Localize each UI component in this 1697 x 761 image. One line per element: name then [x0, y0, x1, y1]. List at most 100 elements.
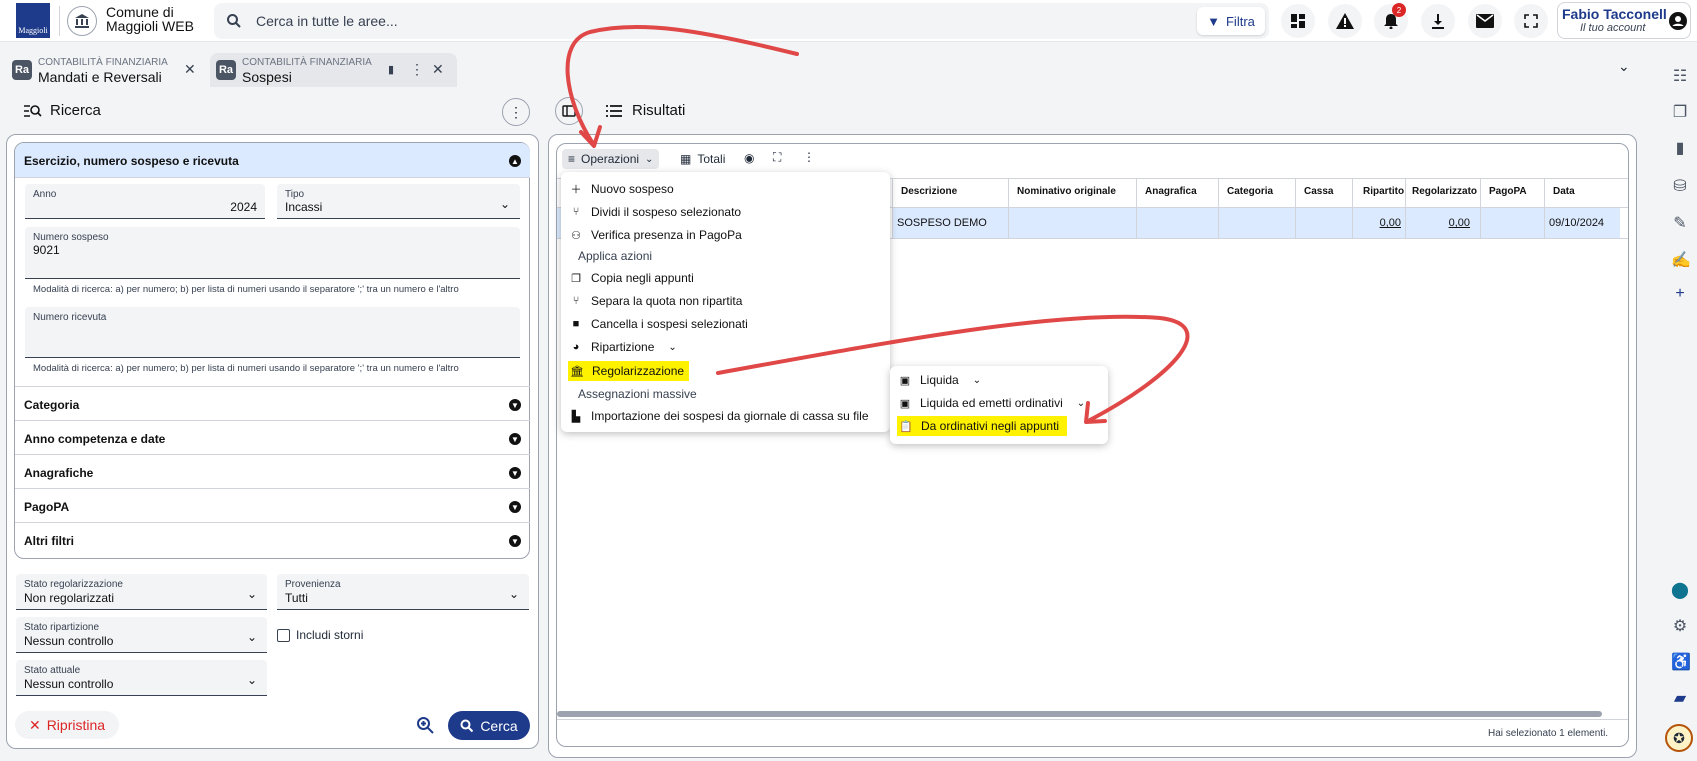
- location-icon[interactable]: ⬤: [1671, 580, 1689, 600]
- section-anagrafiche[interactable]: Anagrafiche ▼: [15, 455, 530, 489]
- provenienza-select[interactable]: Provenienza Tutti ⌄: [277, 574, 529, 610]
- bookmark-icon[interactable]: ▮: [388, 63, 394, 76]
- institution-icon[interactable]: [67, 6, 97, 36]
- section-anno-competenza[interactable]: Anno competenza e date ▼: [15, 421, 530, 455]
- cell[interactable]: [1296, 208, 1353, 238]
- account-menu[interactable]: Fabio Tacconelli Il tuo account: [1557, 2, 1691, 39]
- stato-ripartizione-select[interactable]: Stato ripartizione Nessun controllo ⌄: [16, 617, 267, 653]
- plug-icon[interactable]: ✎: [1671, 213, 1689, 233]
- tabs-expand-icon[interactable]: ⌄: [1618, 58, 1630, 75]
- menu-item-importazione[interactable]: ▙ Importazione dei sospesi da giornale di…: [569, 406, 869, 426]
- field-label: Anno: [33, 189, 57, 200]
- col-header[interactable]: Categoria: [1219, 178, 1296, 208]
- mail-icon[interactable]: [1468, 4, 1502, 38]
- close-icon: ✕: [28, 716, 41, 733]
- section-pagopa[interactable]: PagoPA ▼: [15, 489, 530, 523]
- search-placeholder: Cerca in tutte le aree...: [256, 13, 398, 29]
- download-icon[interactable]: [1421, 4, 1455, 38]
- section-altri-filtri[interactable]: Altri filtri ▼: [15, 523, 530, 557]
- bell-icon[interactable]: 2: [1374, 3, 1408, 38]
- coins-icon[interactable]: ⛁: [1671, 176, 1689, 196]
- signature-icon[interactable]: ✍: [1671, 250, 1691, 270]
- stato-regolarizzazione-select[interactable]: Stato regolarizzazione Non regolarizzati…: [16, 574, 267, 610]
- menu-item-copia[interactable]: ❐ Copia negli appunti: [569, 268, 694, 288]
- expand-icon: ▼: [509, 467, 521, 479]
- bookmarks-icon[interactable]: ▮: [1671, 138, 1689, 158]
- support-icon[interactable]: ✪: [1665, 724, 1693, 752]
- col-header[interactable]: Regolarizzato: [1406, 178, 1481, 208]
- menu-item-dividi[interactable]: ⑂ Dividi il sospeso selezionato: [569, 202, 741, 222]
- search-list-icon: [24, 104, 42, 117]
- col-header[interactable]: Cassa: [1296, 178, 1353, 208]
- horizontal-scrollbar[interactable]: [557, 711, 1602, 717]
- fullscreen-icon[interactable]: [1514, 4, 1548, 38]
- maggioli-logo[interactable]: Maggioli: [16, 3, 50, 38]
- numero-sospeso-field[interactable]: Numero sospeso 9021: [25, 227, 520, 279]
- submenu-da-ordinativi[interactable]: 📋 Da ordinativi negli appunti: [897, 416, 1068, 436]
- chat-icon[interactable]: ▰: [1671, 688, 1689, 708]
- add-icon[interactable]: +: [1671, 285, 1689, 303]
- tab-module: CONTABILITÀ FINANZIARIA: [242, 57, 372, 68]
- settings-icon[interactable]: ⚙: [1671, 616, 1689, 636]
- menu-item-verifica[interactable]: ⚇ Verifica presenza in PagoPa: [569, 225, 742, 245]
- sidebar-toggle-icon[interactable]: [555, 97, 583, 125]
- table-icon: ▦: [680, 152, 692, 166]
- col-header[interactable]: Nominativo originale: [1009, 178, 1137, 208]
- more-vert-icon[interactable]: ⋮: [803, 150, 815, 164]
- totals-button[interactable]: ▦ Totali: [680, 149, 725, 169]
- col-header[interactable]: Ripartito: [1353, 178, 1406, 208]
- section-esercizio[interactable]: Esercizio, numero sospeso e ricevuta ▲: [15, 143, 530, 178]
- accessibility-icon[interactable]: ♿: [1671, 652, 1691, 672]
- tab-sospesi[interactable]: Ra CONTABILITÀ FINANZIARIA Sospesi ▮ ⋮ ✕: [210, 53, 457, 87]
- cell[interactable]: [1481, 208, 1545, 238]
- eye-icon[interactable]: ◉: [744, 151, 754, 165]
- cell[interactable]: [1009, 208, 1137, 238]
- expand-icon: ▼: [509, 501, 521, 513]
- includi-storni[interactable]: Includi storni: [277, 628, 363, 642]
- zoom-in-icon[interactable]: [416, 716, 434, 734]
- handshake-icon: ⚇: [571, 229, 581, 242]
- warning-icon[interactable]: [1328, 4, 1362, 38]
- tab-mandati[interactable]: Ra CONTABILITÀ FINANZIARIA Mandati e Rev…: [6, 53, 204, 87]
- menu-item-nuovo[interactable]: ＋ Nuovo sospeso: [569, 179, 674, 199]
- cell-ripartito[interactable]: 0,00: [1353, 208, 1406, 238]
- section-categoria[interactable]: Categoria ▼: [15, 387, 530, 421]
- more-vert-icon[interactable]: ⋮: [502, 98, 530, 126]
- filter-button[interactable]: ▼ Filtra: [1197, 7, 1265, 35]
- field-value: Non regolarizzati: [24, 591, 115, 605]
- reset-button[interactable]: ✕ Ripristina: [15, 711, 119, 739]
- checklist-icon[interactable]: ☷: [1671, 66, 1689, 86]
- col-header[interactable]: Data: [1545, 178, 1628, 208]
- menu-item-separa[interactable]: ⑂ Separa la quota non ripartita: [569, 291, 743, 311]
- field-label: Stato ripartizione: [24, 622, 100, 633]
- fullscreen-icon[interactable]: ⛶: [773, 150, 781, 165]
- col-header[interactable]: Descrizione: [892, 178, 1009, 208]
- cell-data[interactable]: 09/10/2024: [1545, 208, 1620, 238]
- numero-ricevuta-field[interactable]: Numero ricevuta: [25, 307, 520, 358]
- cell[interactable]: [1219, 208, 1296, 238]
- divider: [59, 6, 60, 36]
- menu-item-ripartizione[interactable]: ◕ Ripartizione ⌄: [569, 337, 677, 357]
- cell-descrizione[interactable]: SOSPESO DEMO: [892, 208, 1009, 238]
- payments-icon: ▣: [899, 397, 911, 410]
- anno-field[interactable]: Anno 2024: [25, 184, 265, 219]
- copy-icon[interactable]: ❐: [1671, 102, 1689, 122]
- menu-item-cancella[interactable]: ■ Cancella i sospesi selezionati: [569, 314, 748, 334]
- checkbox[interactable]: [277, 628, 290, 642]
- cell[interactable]: [1137, 208, 1219, 238]
- cell-regolarizzato[interactable]: 0,00: [1406, 208, 1481, 238]
- submenu-liquida[interactable]: ▣ Liquida ⌄: [898, 370, 981, 390]
- tipo-select[interactable]: Tipo Incassi ⌄: [277, 184, 520, 219]
- stato-attuale-select[interactable]: Stato attuale Nessun controllo ⌄: [16, 660, 267, 696]
- menu-item-regolarizzazione[interactable]: 🏛 Regolarizzazione: [568, 361, 690, 381]
- search-button[interactable]: Cerca: [448, 711, 530, 740]
- global-search[interactable]: Cerca in tutte le aree... ▼ Filtra: [214, 3, 1269, 39]
- submenu-liquida-emetti[interactable]: ▣ Liquida ed emetti ordinativi ⌄: [898, 393, 1085, 413]
- operations-button[interactable]: ≡ Operazioni ⌄: [562, 149, 660, 169]
- col-header[interactable]: PagoPA: [1481, 178, 1545, 208]
- close-icon[interactable]: ✕: [432, 61, 444, 78]
- dashboard-icon[interactable]: [1281, 4, 1315, 38]
- more-vert-icon[interactable]: ⋮: [410, 61, 424, 78]
- col-header[interactable]: Anagrafica: [1137, 178, 1219, 208]
- close-icon[interactable]: ✕: [184, 61, 196, 78]
